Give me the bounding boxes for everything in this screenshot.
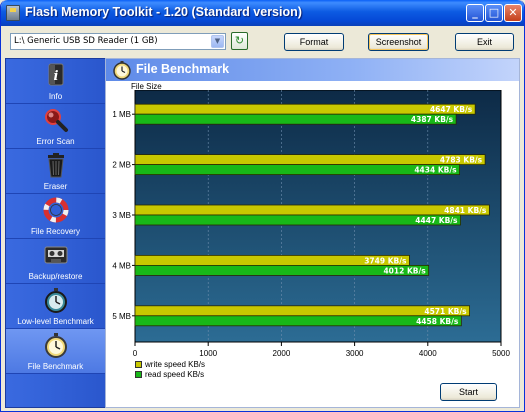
tape-cassette-icon: [44, 246, 68, 264]
close-button[interactable]: ✕: [504, 4, 522, 22]
bar-value-label: 4783 KB/s: [440, 156, 483, 165]
legend-label: write speed KB/s: [145, 360, 206, 369]
window-title: Flash Memory Toolkit - 1.20 (Standard ve…: [25, 5, 302, 19]
format-button[interactable]: Format: [284, 33, 344, 51]
bar-value-label: 4447 KB/s: [415, 216, 458, 225]
title-bar[interactable]: Flash Memory Toolkit - 1.20 (Standard ve…: [1, 0, 524, 26]
legend-swatch: [135, 361, 142, 368]
bar-value-label: 4571 KB/s: [424, 307, 467, 316]
plot-area: 0 1000 2000 3000 4000 5000 1 MB 4647 KB/s4387 K…: [112, 90, 510, 358]
maximize-button[interactable]: □: [485, 4, 503, 22]
drive-select-value: L:\ Generic USB SD Reader (1 GB): [14, 36, 158, 46]
read-bar: [134, 113, 457, 125]
sidebar-item-low-level-benchmark[interactable]: Low-level Benchmark: [6, 284, 105, 329]
legend-item-write: write speed KB/s: [135, 360, 205, 369]
svg-text:i: i: [54, 69, 59, 84]
sidebar: i Info Error Scan Eraser File Recovery B…: [5, 58, 106, 408]
sidebar-item-label: Low-level Benchmark: [17, 317, 94, 326]
benchmark-chart: 0 1000 2000 3000 4000 5000 1 MB 4647 KB/s4387 K…: [112, 90, 510, 358]
sidebar-item-backup-restore[interactable]: Backup/restore: [6, 239, 105, 284]
bar-value-label: 4387 KB/s: [411, 115, 454, 124]
bar-value-label: 4458 KB/s: [416, 317, 459, 326]
stopwatch-icon: [45, 288, 67, 313]
sidebar-item-eraser[interactable]: Eraser: [6, 149, 105, 194]
y-tick-label: 4 MB: [112, 261, 131, 270]
refresh-icon: ↻: [234, 34, 245, 47]
minimize-button[interactable]: _: [466, 4, 484, 22]
drive-select[interactable]: L:\ Generic USB SD Reader (1 GB) ▼: [10, 33, 226, 50]
sidebar-item-label: Backup/restore: [28, 272, 83, 281]
x-tick-label: 1000: [199, 349, 217, 358]
write-bar: [134, 103, 476, 115]
read-bar: [134, 214, 461, 226]
x-tick-label: 0: [133, 349, 138, 358]
app-icon[interactable]: [6, 5, 20, 21]
x-tick-label: 2000: [273, 349, 291, 358]
y-tick-label: 3 MB: [112, 211, 131, 220]
y-tick-label: 1 MB: [112, 110, 131, 119]
bar-value-label: 4841 KB/s: [444, 206, 487, 215]
chevron-down-icon[interactable]: ▼: [211, 35, 224, 48]
sidebar-item-info[interactable]: i Info: [6, 59, 105, 104]
sidebar-item-label: File Benchmark: [27, 362, 84, 371]
info-icon: i: [48, 63, 64, 86]
sidebar-item-label: File Recovery: [31, 227, 80, 236]
write-bar: [134, 154, 486, 165]
read-bar: [134, 315, 462, 327]
life-ring-icon: [43, 197, 69, 223]
legend-swatch: [135, 371, 142, 378]
start-button[interactable]: Start: [440, 383, 497, 401]
stopwatch-icon: [113, 61, 131, 80]
write-bar: [134, 204, 490, 216]
legend-item-read: read speed KB/s: [135, 370, 204, 379]
panel-title: File Benchmark: [136, 62, 230, 76]
exit-button[interactable]: Exit: [455, 33, 514, 51]
x-tick-label: 5000: [492, 349, 510, 358]
sidebar-item-label: Info: [48, 92, 63, 101]
sidebar-item-label: Error Scan: [36, 137, 75, 146]
sidebar-item-label: Eraser: [43, 182, 68, 191]
panel-header: File Benchmark: [106, 59, 519, 81]
legend-label: read speed KB/s: [145, 370, 205, 379]
refresh-button[interactable]: ↻: [231, 32, 248, 50]
bar-value-label: 4012 KB/s: [383, 266, 426, 275]
bar-value-label: 4647 KB/s: [430, 105, 473, 114]
bar-value-label: 4434 KB/s: [414, 166, 457, 175]
y-tick-label: 5 MB: [112, 312, 131, 321]
sidebar-item-error-scan[interactable]: Error Scan: [6, 104, 105, 149]
write-bar: [134, 305, 470, 317]
stopwatch-icon: [45, 333, 67, 358]
y-tick-label: 2 MB: [112, 161, 131, 170]
trash-bin-icon: [48, 153, 64, 178]
screenshot-button[interactable]: Screenshot: [368, 33, 429, 51]
magnifier-icon: [45, 109, 68, 132]
sidebar-item-file-recovery[interactable]: File Recovery: [6, 194, 105, 239]
app-window: Flash Memory Toolkit - 1.20 (Standard ve…: [0, 0, 525, 412]
read-bar: [134, 164, 460, 175]
bar-value-label: 3749 KB/s: [364, 256, 407, 265]
sidebar-item-file-benchmark[interactable]: File Benchmark: [6, 329, 105, 374]
x-tick-label: 3000: [346, 349, 364, 358]
x-tick-label: 4000: [419, 349, 437, 358]
